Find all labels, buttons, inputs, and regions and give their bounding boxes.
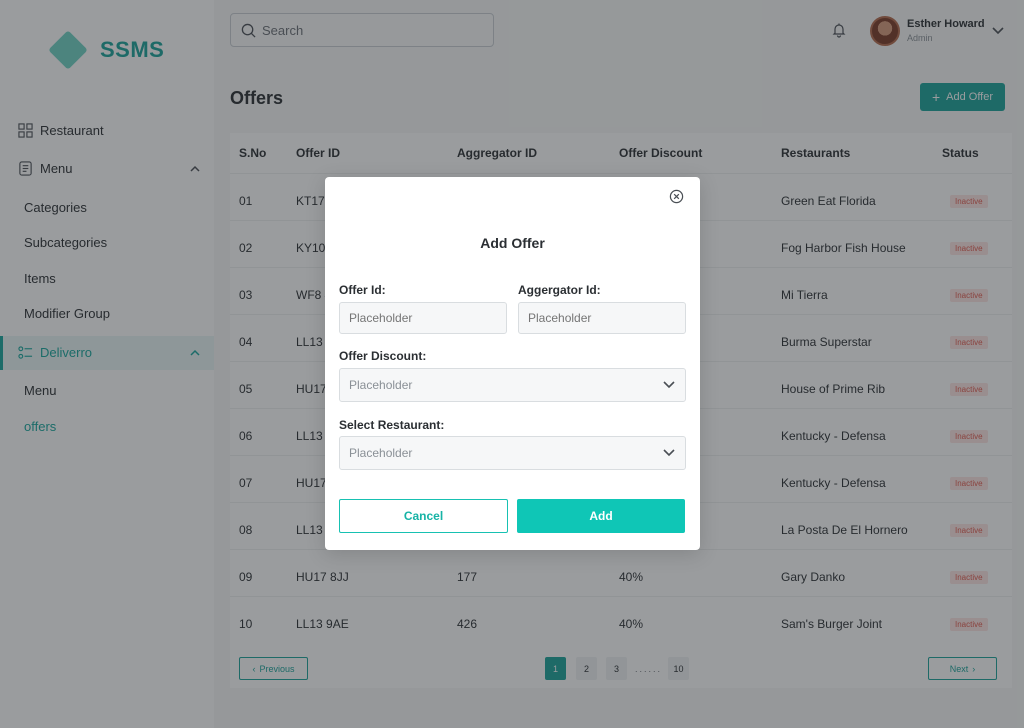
close-icon[interactable] <box>669 189 684 204</box>
chevron-down-icon <box>663 381 675 389</box>
offer-id-input[interactable] <box>339 302 507 334</box>
modal-title: Add Offer <box>480 235 545 251</box>
aggregator-id-label: Aggergator Id: <box>518 283 601 297</box>
offer-discount-label: Offer Discount: <box>339 349 427 363</box>
offer-discount-value: Placeholder <box>349 378 413 392</box>
select-restaurant-label: Select Restaurant: <box>339 418 445 432</box>
chevron-down-icon <box>663 449 675 457</box>
add-offer-modal <box>325 177 700 550</box>
cancel-button[interactable]: Cancel <box>339 499 508 533</box>
offer-id-label: Offer Id: <box>339 283 386 297</box>
add-button[interactable]: Add <box>517 499 685 533</box>
select-restaurant-value: Placeholder <box>349 446 413 460</box>
offer-discount-select[interactable]: Placeholder <box>339 368 686 402</box>
aggregator-id-input[interactable] <box>518 302 686 334</box>
select-restaurant-select[interactable]: Placeholder <box>339 436 686 470</box>
